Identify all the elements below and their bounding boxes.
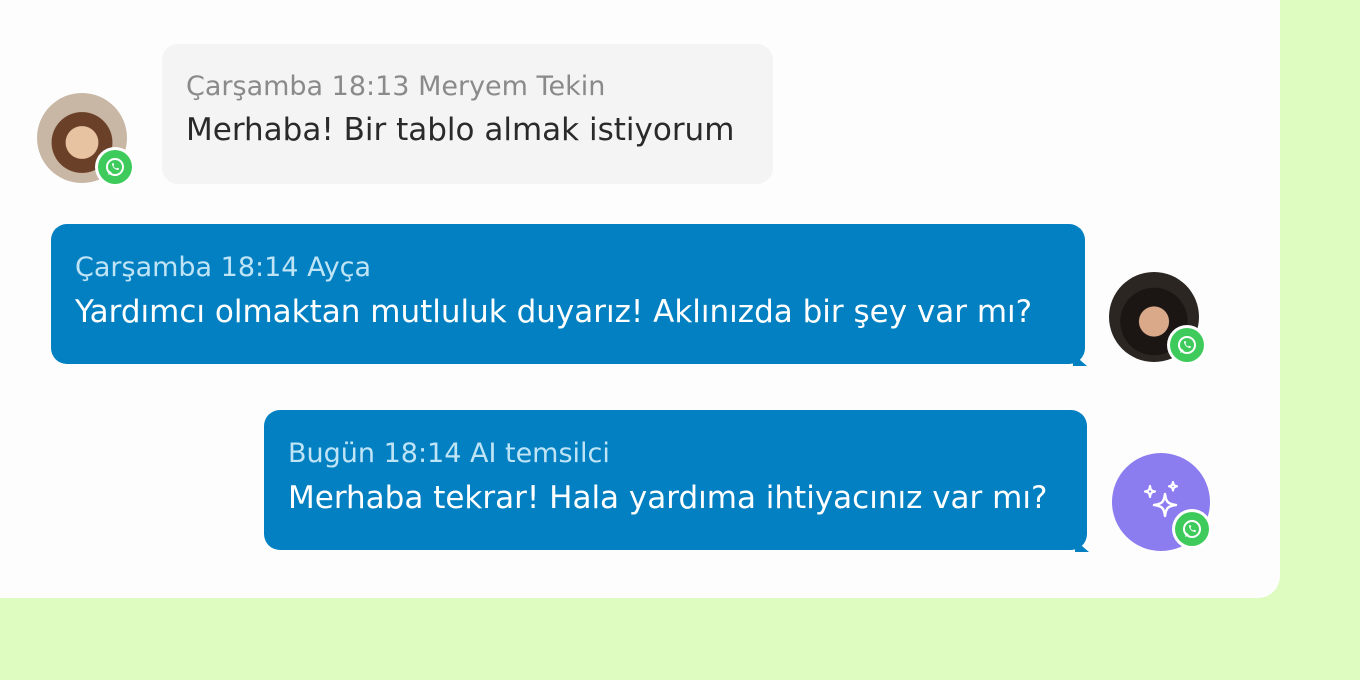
agent-avatar[interactable] [1109, 272, 1207, 365]
message-bubble-outgoing[interactable]: Bugün 18:14 AI temsilci Merhaba tekrar! … [264, 410, 1089, 552]
bubble-tail [1075, 540, 1089, 552]
message-meta: Bugün 18:14 AI temsilci [288, 438, 610, 469]
ai-agent-avatar[interactable] [1112, 453, 1212, 551]
chat-panel: Çarşamba 18:13 Meryem Tekin Merhaba! Bir… [0, 0, 1280, 598]
message-text: Merhaba! Bir tablo almak istiyorum [186, 112, 735, 148]
customer-avatar[interactable] [37, 93, 135, 187]
message-meta: Çarşamba 18:14 Ayça [75, 252, 372, 283]
whatsapp-icon [1167, 325, 1207, 365]
message-text: Merhaba tekrar! Hala yardıma ihtiyacınız… [288, 480, 1048, 516]
message-text: Yardımcı olmaktan mutluluk duyarız! Aklı… [75, 294, 1033, 330]
message-bubble-outgoing[interactable]: Çarşamba 18:14 Ayça Yardımcı olmaktan mu… [51, 224, 1087, 366]
message-bubble-incoming[interactable]: Çarşamba 18:13 Meryem Tekin Merhaba! Bir… [162, 44, 773, 184]
message-meta: Çarşamba 18:13 Meryem Tekin [186, 71, 606, 102]
whatsapp-icon [95, 147, 135, 187]
whatsapp-icon [1172, 509, 1212, 549]
bubble-tail [1073, 354, 1087, 366]
